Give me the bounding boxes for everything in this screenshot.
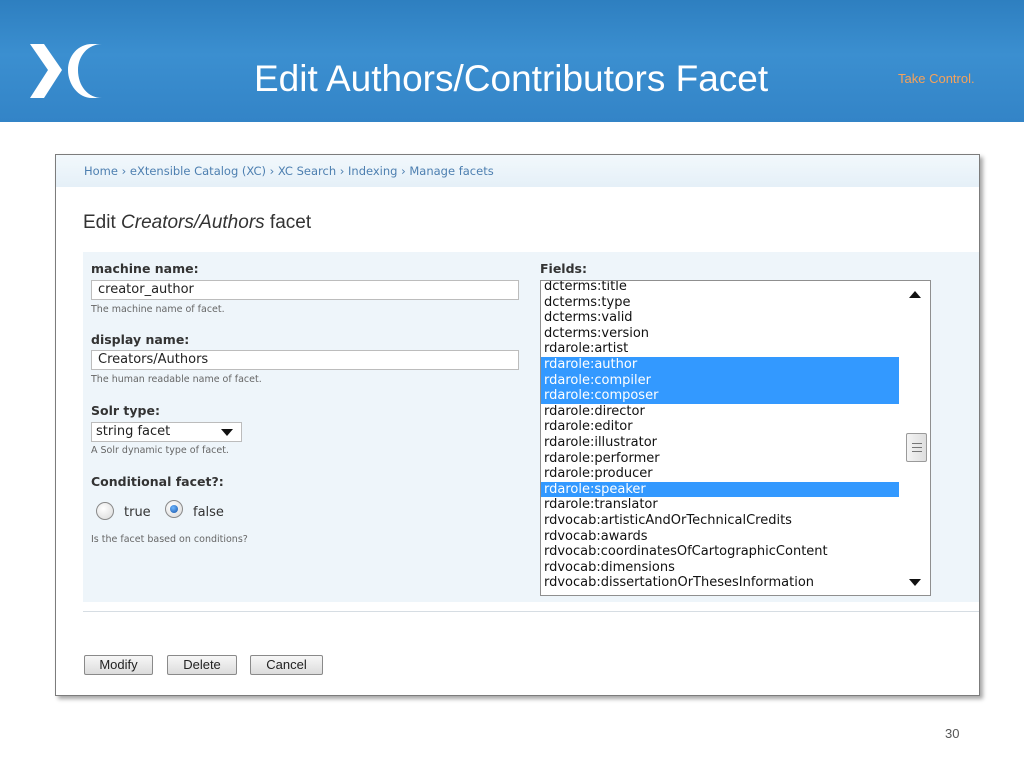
arrow-up-icon[interactable]: [909, 291, 921, 298]
field-option[interactable]: rdarole:artist: [541, 341, 899, 357]
breadcrumb-bar: Home › eXtensible Catalog (XC) › XC Sear…: [56, 155, 979, 187]
field-option[interactable]: rdarole:author: [541, 356, 899, 373]
page-title: Edit Creators/Authors facet: [83, 212, 311, 234]
field-option[interactable]: rdvocab:dimensions: [541, 560, 899, 576]
display-name-label: display name:: [91, 332, 190, 347]
fields-label: Fields:: [540, 261, 587, 276]
slide-title: Edit Authors/Contributors Facet: [254, 58, 769, 99]
slide-header: Edit Authors/Contributors Facet Take Con…: [0, 0, 1024, 122]
field-option[interactable]: rdarole:director: [541, 404, 899, 420]
modify-button[interactable]: Modify: [84, 655, 153, 675]
xc-logo-icon: [30, 44, 102, 98]
page-title-suffix: facet: [264, 212, 312, 233]
display-name-input[interactable]: Creators/Authors: [91, 350, 519, 370]
divider: [83, 611, 979, 612]
scrollbar-thumb[interactable]: [906, 433, 927, 462]
field-option[interactable]: rdvocab:awards: [541, 529, 899, 545]
conditional-hint: Is the facet based on conditions?: [91, 534, 248, 545]
solr-type-hint: A Solr dynamic type of facet.: [91, 445, 229, 456]
solr-type-value: string facet: [96, 424, 171, 439]
fields-options: dcterms:title dcterms:type dcterms:valid dc…: [541, 281, 899, 591]
field-option[interactable]: rdarole:editor: [541, 419, 899, 435]
page-title-facet: Creators/Authors: [121, 212, 265, 233]
field-option[interactable]: dcterms:version: [541, 326, 899, 342]
page-title-prefix: Edit: [83, 212, 122, 233]
field-option[interactable]: rdarole:composer: [541, 388, 899, 404]
field-option[interactable]: rdvocab:dissertationOrThesesInformation: [541, 575, 899, 591]
machine-name-input[interactable]: creator_author: [91, 280, 519, 300]
delete-button[interactable]: Delete: [167, 655, 237, 675]
tagline: Take Control.: [898, 71, 975, 86]
cancel-button[interactable]: Cancel: [250, 655, 323, 675]
chevron-down-icon: [221, 429, 233, 436]
field-option[interactable]: rdarole:performer: [541, 451, 899, 467]
machine-name-label: machine name:: [91, 261, 199, 276]
field-option[interactable]: rdarole:translator: [541, 497, 899, 513]
field-option[interactable]: rdarole:speaker: [541, 481, 899, 498]
field-option[interactable]: rdarole:producer: [541, 466, 899, 482]
field-option[interactable]: rdarole:compiler: [541, 372, 899, 389]
conditional-label: Conditional facet?:: [91, 474, 224, 489]
conditional-false-radio[interactable]: [165, 500, 183, 518]
field-option[interactable]: rdvocab:coordinatesOfCartographicContent: [541, 544, 899, 560]
solr-type-select[interactable]: string facet: [91, 422, 242, 442]
field-option[interactable]: rdarole:illustrator: [541, 435, 899, 451]
screenshot-panel: Home › eXtensible Catalog (XC) › XC Sear…: [55, 154, 980, 696]
fields-listbox[interactable]: dcterms:title dcterms:type dcterms:valid dc…: [540, 280, 931, 596]
conditional-true-label[interactable]: true: [124, 505, 151, 520]
field-option[interactable]: dcterms:valid: [541, 310, 899, 326]
field-option[interactable]: dcterms:type: [541, 295, 899, 311]
display-name-hint: The human readable name of facet.: [91, 374, 262, 385]
machine-name-hint: The machine name of facet.: [91, 304, 225, 315]
page-number: 30: [945, 726, 960, 741]
field-option[interactable]: rdvocab:artisticAndOrTechnicalCredits: [541, 513, 899, 529]
conditional-false-label[interactable]: false: [193, 505, 224, 520]
arrow-down-icon[interactable]: [909, 579, 921, 586]
conditional-true-radio[interactable]: [96, 502, 114, 520]
solr-type-label: Solr type:: [91, 403, 160, 418]
field-option[interactable]: dcterms:title: [541, 281, 899, 295]
breadcrumb[interactable]: Home › eXtensible Catalog (XC) › XC Sear…: [84, 164, 494, 178]
